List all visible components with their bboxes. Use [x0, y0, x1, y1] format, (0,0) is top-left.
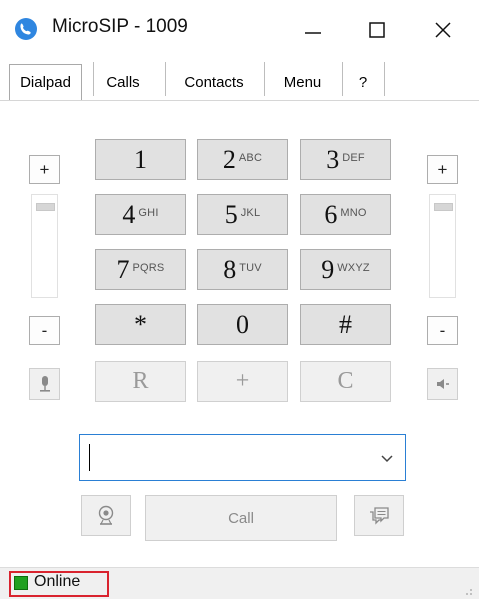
tab-calls[interactable]: Calls: [94, 65, 152, 99]
microphone-icon: [39, 376, 50, 392]
message-icon: [370, 506, 389, 525]
dialpad-key-0[interactable]: 0: [197, 304, 288, 345]
dialpad-key-3[interactable]: 3 DEF: [300, 139, 391, 180]
speaker-volume-down-button[interactable]: -: [427, 316, 458, 345]
tab-separator: [384, 62, 385, 96]
webcam-icon: [98, 505, 114, 525]
message-button[interactable]: [354, 495, 404, 536]
tab-contacts[interactable]: Contacts: [166, 65, 262, 99]
mic-volume-down-button[interactable]: -: [29, 316, 60, 345]
speaker-mute-button[interactable]: [427, 368, 458, 400]
dialpad-key-7[interactable]: 7 PQRS: [95, 249, 186, 290]
maximize-button[interactable]: [346, 0, 408, 60]
dialpad-key-hash[interactable]: #: [300, 304, 391, 345]
close-icon: [435, 22, 451, 38]
window-title: MicroSIP - 1009: [52, 16, 188, 37]
redial-button[interactable]: R: [95, 361, 186, 402]
call-button[interactable]: Call: [145, 495, 337, 541]
chevron-down-icon[interactable]: [379, 450, 395, 466]
microsip-logo-icon: [15, 18, 37, 40]
dialpad-key-star[interactable]: *: [95, 304, 186, 345]
tab-help[interactable]: ?: [343, 65, 383, 99]
maximize-icon: [369, 22, 385, 38]
resize-grip-icon[interactable]: [460, 583, 474, 597]
dialpad-key-5[interactable]: 5 JKL: [197, 194, 288, 235]
dialpad-key-4[interactable]: 4 GHI: [95, 194, 186, 235]
dialpad-key-2[interactable]: 2 ABC: [197, 139, 288, 180]
mic-volume-up-button[interactable]: +: [29, 155, 60, 184]
call-button-label: Call: [228, 509, 254, 527]
text-caret: [89, 444, 90, 471]
title-bar[interactable]: MicroSIP - 1009: [0, 0, 479, 60]
tab-strip-border: [0, 100, 479, 101]
number-input[interactable]: [79, 434, 406, 481]
close-button[interactable]: [412, 0, 474, 60]
mic-mute-button[interactable]: [29, 368, 60, 400]
speaker-icon: [436, 379, 449, 389]
mic-volume-slider[interactable]: [31, 194, 58, 298]
dialpad-key-9[interactable]: 9 WXYZ: [300, 249, 391, 290]
minimize-button[interactable]: [282, 0, 344, 60]
speaker-volume-up-button[interactable]: +: [427, 155, 458, 184]
tab-dialpad[interactable]: Dialpad: [9, 64, 82, 100]
dialpad-key-6[interactable]: 6 MNO: [300, 194, 391, 235]
status-text: Online: [34, 573, 81, 590]
slider-thumb[interactable]: [36, 203, 55, 211]
minimize-icon: [305, 32, 321, 34]
slider-thumb[interactable]: [434, 203, 453, 211]
clear-button[interactable]: C: [300, 361, 391, 402]
speaker-volume-slider[interactable]: [429, 194, 456, 298]
tab-menu[interactable]: Menu: [265, 65, 340, 99]
video-call-button[interactable]: [81, 495, 131, 536]
online-status-icon: [14, 576, 28, 590]
dialpad-key-plus[interactable]: +: [197, 361, 288, 402]
dialpad-key-8[interactable]: 8 TUV: [197, 249, 288, 290]
dialpad-key-1[interactable]: 1: [95, 139, 186, 180]
